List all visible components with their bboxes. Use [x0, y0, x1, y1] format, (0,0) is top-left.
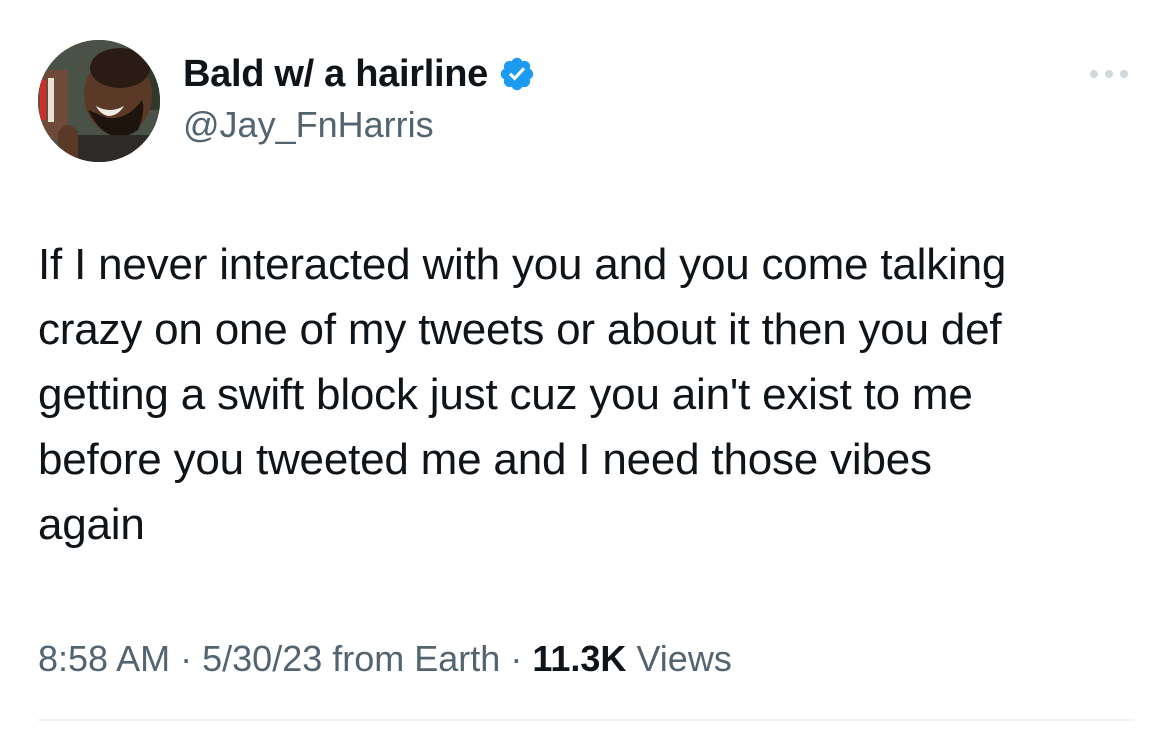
- avatar-image: [38, 40, 160, 162]
- views-label[interactable]: Views: [636, 638, 731, 679]
- tweet-source: from Earth: [332, 638, 501, 679]
- meta-separator: ·: [510, 638, 523, 679]
- author-display-name[interactable]: Bald w/ a hairline: [183, 53, 488, 96]
- tweet-time[interactable]: 8:58 AM: [38, 638, 170, 679]
- more-options-button[interactable]: [1086, 62, 1132, 86]
- divider: [38, 719, 1134, 721]
- tweet-meta: 8:58 AM · 5/30/23 from Earth · 11.3K Vie…: [38, 638, 732, 680]
- views-count[interactable]: 11.3K: [532, 638, 626, 679]
- verified-badge-icon: [498, 55, 536, 93]
- tweet-card: Bald w/ a hairline @Jay_FnHarris If I ne…: [0, 0, 1170, 730]
- author-handle[interactable]: @Jay_FnHarris: [183, 104, 434, 146]
- more-horizontal-icon: [1090, 70, 1128, 78]
- avatar[interactable]: [38, 40, 160, 162]
- tweet-text: If I never interacted with you and you c…: [38, 240, 1007, 549]
- meta-separator: ·: [180, 638, 193, 679]
- tweet-date[interactable]: 5/30/23: [202, 638, 322, 679]
- author-name-row: Bald w/ a hairline: [183, 52, 536, 96]
